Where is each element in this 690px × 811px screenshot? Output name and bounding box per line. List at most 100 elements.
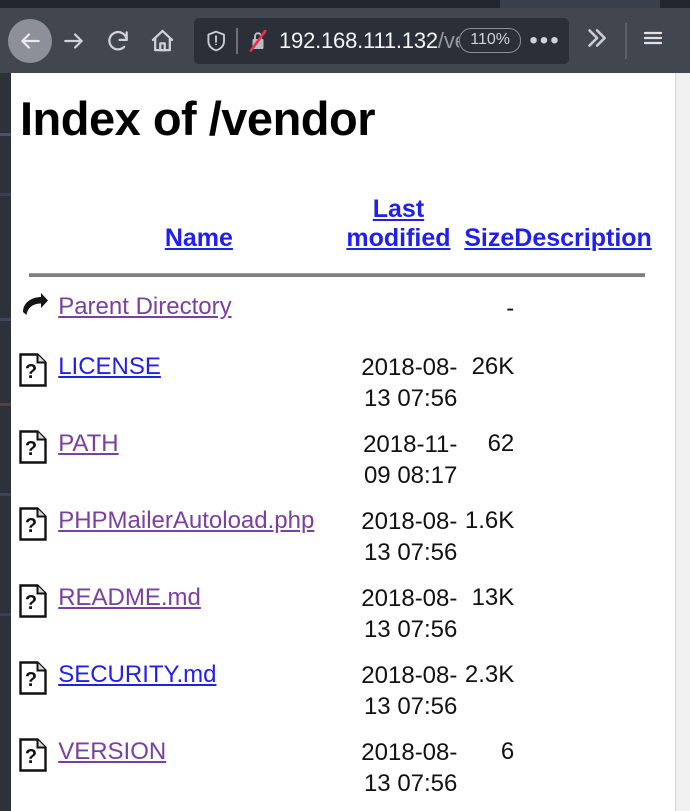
table-row: ? VERSION 2018-08-13 07:56 6	[19, 738, 659, 811]
url-text[interactable]: 192.168.111.132/vendor/	[279, 28, 459, 54]
file-link-readme-md[interactable]: README.md	[58, 584, 201, 611]
row-icon-cell: ?	[19, 738, 58, 811]
home-button[interactable]	[140, 19, 184, 63]
row-description-cell	[514, 291, 659, 353]
unknown-file-icon: ?	[19, 430, 47, 470]
header-description: Description	[514, 195, 659, 259]
row-name-cell: README.md	[58, 584, 339, 661]
row-description-cell	[514, 738, 659, 811]
window-left-edge	[0, 73, 11, 811]
arrow-right-icon	[61, 28, 87, 54]
file-link-parent-directory[interactable]: Parent Directory	[58, 293, 231, 320]
page-actions-button[interactable]: •••	[527, 23, 563, 59]
unknown-file-icon: ?	[19, 738, 47, 778]
header-size: Size	[457, 195, 514, 259]
row-date-cell: 2018-08-13 07:56	[361, 662, 458, 720]
hamburger-menu-icon	[641, 26, 665, 55]
row-date-cell: 2018-08-13 07:56	[361, 354, 458, 412]
table-header-row: Name Last modified Size Description	[19, 195, 659, 259]
reload-button[interactable]	[96, 19, 140, 63]
urlbar-divider	[236, 27, 238, 54]
header-separator-row	[19, 259, 659, 291]
header-name: Name	[58, 195, 339, 259]
toolbar-divider	[625, 22, 627, 59]
row-icon-cell: ?	[19, 507, 58, 584]
page-title: Index of /vendor	[20, 92, 376, 145]
url-path: /vendor/	[437, 27, 459, 53]
directory-listing-table: Name Last modified Size Description Pare…	[19, 195, 659, 811]
scrollbar-thumb[interactable]	[678, 75, 688, 375]
header-separator-cell	[19, 259, 659, 291]
row-description-cell	[514, 430, 659, 507]
sort-by-name-link[interactable]: Name	[165, 224, 233, 252]
row-icon-cell: ?	[19, 584, 58, 661]
row-size-cell: 26K	[471, 353, 515, 380]
tab-strip-right	[660, 0, 690, 8]
parent-directory-icon	[19, 293, 49, 325]
svg-text:?: ?	[25, 592, 37, 614]
sort-by-size-link[interactable]: Size	[464, 224, 514, 252]
tab-strip-empty	[500, 0, 660, 8]
file-link-phpmailerautoload-php[interactable]: PHPMailerAutoload.php	[58, 507, 314, 534]
header-icon-col	[19, 195, 58, 259]
file-link-security-md[interactable]: SECURITY.md	[58, 661, 216, 688]
svg-text:?: ?	[25, 746, 37, 768]
tab-strip	[0, 0, 690, 8]
horizontal-rule	[29, 273, 645, 277]
row-name-cell: VERSION	[58, 738, 339, 811]
table-row: ? PATH 2018-11-09 08:17 62	[19, 430, 659, 507]
sort-by-description-link[interactable]: Description	[514, 224, 652, 252]
sort-by-date-link[interactable]: Last modified	[346, 195, 450, 252]
header-last-modified: Last modified	[340, 195, 458, 259]
row-icon-cell	[19, 291, 58, 353]
row-name-cell: PATH	[58, 430, 339, 507]
app-menu-button[interactable]	[633, 19, 673, 63]
vertical-scrollbar[interactable]	[675, 73, 690, 811]
url-host: 192.168.111.132	[279, 27, 438, 53]
table-row: ? README.md 2018-08-13 07:56 13K	[19, 584, 659, 661]
row-description-cell	[514, 353, 659, 430]
back-button[interactable]	[8, 18, 52, 63]
file-link-path[interactable]: PATH	[58, 430, 118, 457]
file-link-version[interactable]: VERSION	[58, 738, 166, 765]
row-size-cell: -	[506, 295, 515, 322]
zoom-level-value: 110%	[470, 31, 510, 48]
file-link-license[interactable]: LICENSE	[58, 353, 161, 380]
row-date-cell: 2018-08-13 07:56	[361, 585, 458, 643]
row-size-cell: 2.3K	[464, 661, 515, 688]
directory-listing-body: Parent Directory - ? LICENSE 2018-08-13 …	[19, 291, 659, 811]
svg-text:?: ?	[25, 515, 37, 537]
reload-icon	[105, 28, 131, 54]
row-icon-cell: ?	[19, 661, 58, 738]
unknown-file-icon: ?	[19, 507, 47, 547]
chevron-double-right-icon	[583, 25, 609, 56]
home-icon	[149, 27, 176, 54]
row-size-cell: 13K	[471, 584, 515, 611]
svg-text:?: ?	[25, 669, 37, 691]
row-description-cell	[514, 661, 659, 738]
row-date-cell	[340, 291, 458, 353]
row-name-cell: PHPMailerAutoload.php	[58, 507, 339, 584]
active-tab[interactable]	[0, 0, 500, 8]
toolbar-overflow-button[interactable]	[573, 19, 619, 63]
row-icon-cell: ?	[19, 353, 58, 430]
row-date-cell: 2018-08-13 07:56	[361, 508, 458, 566]
arrow-left-icon	[17, 28, 43, 54]
zoom-level-indicator[interactable]: 110%	[459, 28, 521, 53]
unknown-file-icon: ?	[19, 353, 47, 393]
svg-text:?: ?	[25, 361, 37, 383]
forward-button[interactable]	[52, 19, 96, 63]
table-row: ? PHPMailerAutoload.php 2018-08-13 07:56…	[19, 507, 659, 584]
address-bar[interactable]: 192.168.111.132/vendor/ 110% •••	[194, 17, 569, 64]
lock-crossed-icon[interactable]	[246, 28, 270, 54]
table-row: ? SECURITY.md 2018-08-13 07:56 2.3K	[19, 661, 659, 738]
table-row: Parent Directory -	[19, 291, 659, 353]
row-size-cell: 1.6K	[464, 507, 515, 534]
row-size-cell: 6	[500, 738, 515, 765]
shield-icon[interactable]	[204, 29, 228, 53]
row-name-cell: Parent Directory	[58, 291, 339, 353]
page-content: Index of /vendor Name Last modified Size…	[11, 73, 675, 811]
browser-window: 192.168.111.132/vendor/ 110% •••	[0, 0, 690, 811]
svg-text:?: ?	[25, 438, 37, 460]
row-size-cell: 62	[487, 430, 515, 457]
